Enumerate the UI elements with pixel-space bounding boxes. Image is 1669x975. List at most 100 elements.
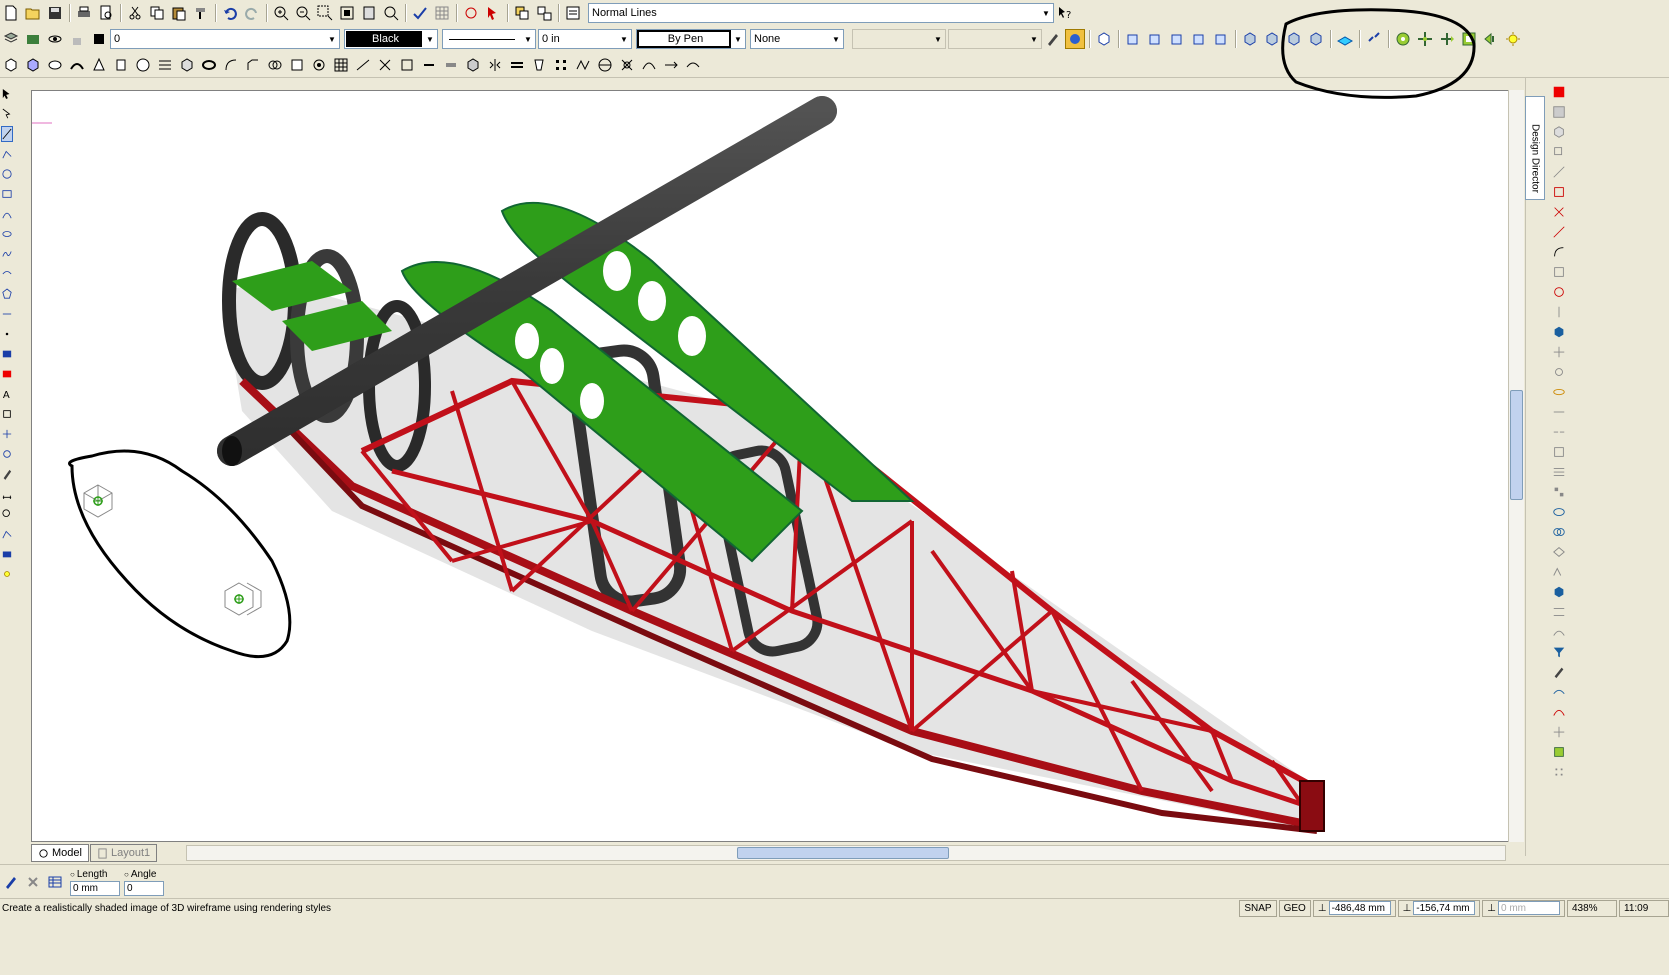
vertical-scroll-thumb[interactable] [1510, 390, 1523, 500]
view-right-icon[interactable] [1167, 29, 1187, 49]
filter-icon[interactable] [1551, 644, 1567, 660]
help-pointer-icon[interactable]: ? [1055, 3, 1075, 23]
lock-icon[interactable]: ○ [124, 870, 129, 879]
grid-3d-icon[interactable] [331, 55, 351, 75]
spline-tool-icon[interactable] [1, 246, 13, 262]
line-style-combo[interactable]: Normal Lines ▼ [588, 3, 1054, 23]
split-icon[interactable] [375, 55, 395, 75]
shell-icon[interactable] [177, 55, 197, 75]
boolean-tool-icon[interactable] [1551, 524, 1567, 540]
texture-icon[interactable] [1551, 104, 1567, 120]
open-icon[interactable] [23, 3, 43, 23]
shell-tool-icon[interactable] [1551, 504, 1567, 520]
revolve-icon[interactable] [45, 55, 65, 75]
chamfer-icon[interactable] [243, 55, 263, 75]
point-tool-icon[interactable] [1, 326, 13, 342]
line-tool-icon[interactable] [1, 126, 13, 142]
face-icon[interactable] [463, 55, 483, 75]
torus-icon[interactable] [199, 55, 219, 75]
render-toggle-icon[interactable] [1065, 29, 1085, 49]
z-coordinate-value[interactable]: 0 mm [1498, 901, 1560, 915]
arc-tool-icon[interactable] [1, 206, 13, 222]
delete-segment-icon[interactable] [1551, 204, 1567, 220]
stitch-icon[interactable] [573, 55, 593, 75]
tab-model[interactable]: Model [31, 844, 89, 862]
boolean-icon[interactable] [265, 55, 285, 75]
view-iso-icon[interactable] [1094, 29, 1114, 49]
view-top-icon[interactable] [1145, 29, 1165, 49]
paste-icon[interactable] [169, 3, 189, 23]
frame-icon[interactable] [1551, 744, 1567, 760]
offset-icon[interactable] [419, 55, 439, 75]
arc-edit-icon[interactable] [1551, 704, 1567, 720]
bend-icon[interactable] [639, 55, 659, 75]
loft-icon[interactable] [155, 55, 175, 75]
loft-tool-icon[interactable] [1551, 604, 1567, 620]
drawing-canvas[interactable] [31, 90, 1510, 842]
sphere-icon[interactable] [133, 55, 153, 75]
trim-icon[interactable] [1551, 184, 1567, 200]
horizontal-scroll-thumb[interactable] [737, 847, 949, 859]
3d-model-view[interactable] [32, 91, 1510, 842]
ellipse-tool-icon[interactable] [1, 226, 13, 242]
sweep-tool-icon[interactable] [1551, 624, 1567, 640]
view-left-icon[interactable] [1189, 29, 1209, 49]
chevron-down-icon[interactable]: ▼ [423, 30, 437, 48]
pen-tool-icon[interactable] [1, 466, 13, 482]
layer-combo[interactable]: 0 ▼ [110, 29, 340, 49]
fill-combo[interactable]: None ▼ [750, 29, 844, 49]
measure-tool-icon[interactable] [1, 486, 13, 502]
bulge-icon[interactable] [1551, 364, 1567, 380]
dimension-tool-icon[interactable] [1, 306, 13, 322]
hole-icon[interactable] [309, 55, 329, 75]
fillet-icon[interactable] [1551, 244, 1567, 260]
section-tool-icon[interactable] [1551, 544, 1567, 560]
join-icon[interactable] [1551, 404, 1567, 420]
align-icon[interactable] [1551, 464, 1567, 480]
angle-input[interactable]: 0 [124, 881, 164, 896]
curve-tool-icon[interactable] [1, 266, 13, 282]
surface-icon[interactable] [1551, 684, 1567, 700]
material-icon[interactable] [1551, 84, 1567, 100]
modify-icon[interactable] [1551, 124, 1567, 140]
layers-3d-icon[interactable] [507, 55, 527, 75]
chevron-down-icon[interactable]: ▼ [325, 30, 339, 48]
layer-icon[interactable] [23, 29, 43, 49]
thicken-icon[interactable] [441, 55, 461, 75]
offset-tool-icon[interactable] [1551, 444, 1567, 460]
format-painter-icon[interactable] [191, 3, 211, 23]
tab-layout1[interactable]: Layout1 [89, 844, 158, 862]
cylinder-icon[interactable] [111, 55, 131, 75]
pen-tool-icon[interactable] [1043, 29, 1063, 49]
chevron-down-icon[interactable]: ▼ [617, 30, 631, 48]
cone-icon[interactable] [89, 55, 109, 75]
table-icon[interactable] [45, 872, 65, 892]
length-input[interactable]: 0 mm [70, 881, 120, 896]
view-back-icon[interactable] [1211, 29, 1231, 49]
solid-icon[interactable] [1551, 324, 1567, 340]
explode-icon[interactable] [1551, 344, 1567, 360]
horizontal-scrollbar[interactable] [186, 845, 1506, 861]
deform-icon[interactable] [595, 55, 615, 75]
blend-icon[interactable] [221, 55, 241, 75]
x-coordinate-value[interactable]: -486,48 mm [1328, 901, 1391, 915]
slice-icon[interactable] [353, 55, 373, 75]
save-icon[interactable] [45, 3, 65, 23]
lock-icon[interactable]: ○ [70, 870, 75, 879]
navigate-walk-icon[interactable] [1481, 29, 1501, 49]
snap-toggle[interactable]: SNAP [1239, 899, 1277, 917]
vertical-scrollbar[interactable] [1508, 90, 1524, 842]
print-preview-icon[interactable] [96, 3, 116, 23]
chevron-down-icon[interactable]: ▼ [521, 30, 535, 48]
zoom-previous-icon[interactable] [381, 3, 401, 23]
undo-icon[interactable] [220, 3, 240, 23]
symbol-tool-icon[interactable] [1, 406, 13, 422]
zoom-out-icon[interactable] [293, 3, 313, 23]
camera-position-icon[interactable] [224, 582, 262, 616]
rectangle-tool-icon[interactable] [1, 186, 13, 202]
chain-icon[interactable] [1551, 384, 1567, 400]
zoom-tool-icon[interactable] [1, 506, 13, 522]
redo-icon[interactable] [242, 3, 262, 23]
print-icon[interactable] [74, 3, 94, 23]
profile-icon[interactable] [1551, 564, 1567, 580]
